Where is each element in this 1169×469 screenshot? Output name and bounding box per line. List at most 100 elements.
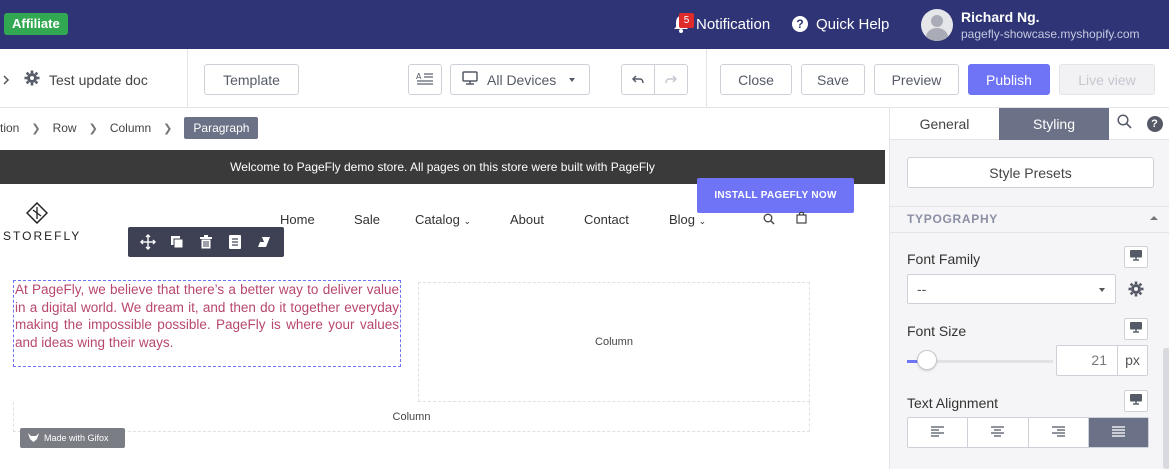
save-to-library-icon[interactable] (226, 233, 244, 251)
storefly-logo-text: STOREFLY (3, 229, 82, 243)
document-title-text: Test update doc (49, 71, 148, 88)
chevron-right-icon: ❯ (88, 122, 98, 135)
font-family-device-button[interactable] (1124, 246, 1148, 268)
editor-canvas[interactable]: Welcome to PageFly demo store. All pages… (0, 150, 885, 469)
save-button[interactable]: Save (801, 64, 865, 95)
font-size-device-button[interactable] (1124, 318, 1148, 340)
monitor-icon (462, 71, 478, 88)
caret-down-icon (1099, 288, 1105, 292)
tab-styling[interactable]: Styling (999, 108, 1109, 140)
trash-icon[interactable] (197, 233, 215, 251)
style-presets-button[interactable]: Style Presets (907, 157, 1154, 188)
user-menu[interactable]: Richard Ng. pagefly-showcase.myshopify.c… (921, 7, 1140, 43)
column-box[interactable]: Column (418, 282, 810, 402)
undo-button[interactable] (621, 64, 655, 95)
search-icon (1116, 113, 1132, 134)
align-justify-icon (1111, 424, 1125, 442)
close-button[interactable]: Close (720, 64, 792, 95)
chevron-down-icon: ⌄ (698, 216, 707, 226)
align-right-button[interactable] (1029, 418, 1089, 447)
breadcrumb-item-row[interactable]: Row (53, 121, 77, 135)
question-icon: ? (1146, 115, 1163, 132)
column-box[interactable]: Column (13, 402, 810, 432)
redo-icon (665, 72, 678, 88)
font-family-value: -- (917, 281, 927, 297)
nav-home[interactable]: Home (280, 212, 315, 227)
panel-search-button[interactable] (1109, 108, 1139, 140)
svg-text:A: A (416, 72, 422, 81)
notification-label: Notification (696, 15, 771, 33)
gear-icon[interactable] (24, 70, 40, 89)
caret-down-icon (569, 78, 575, 82)
nav-sale[interactable]: Sale (354, 212, 380, 227)
typography-title: TYPOGRAPHY (907, 212, 999, 226)
undo-icon (631, 72, 644, 88)
align-justify-button[interactable] (1088, 418, 1148, 447)
chevron-right-icon: ❯ (31, 122, 41, 135)
quick-help-label: Quick Help (816, 15, 890, 33)
bell-icon: 5 (672, 13, 694, 34)
align-left-icon (931, 424, 945, 442)
font-size-slider-handle[interactable] (917, 350, 937, 370)
avatar (921, 9, 953, 41)
font-size-input[interactable]: 21 (1056, 345, 1118, 376)
text-outline-icon: A (416, 71, 434, 88)
nav-about[interactable]: About (510, 212, 544, 227)
nav-contact[interactable]: Contact (584, 212, 629, 227)
column-label: Column (595, 336, 633, 348)
gifox-watermark: Made with Gifox (20, 428, 125, 448)
breadcrumb-item-column[interactable]: Column (110, 121, 151, 135)
duplicate-icon[interactable] (168, 233, 186, 251)
breadcrumb-item-paragraph[interactable]: Paragraph (184, 117, 259, 139)
quick-help-button[interactable]: ? Quick Help (792, 9, 889, 39)
question-icon: ? (792, 16, 808, 32)
align-center-icon (991, 424, 1005, 442)
search-icon[interactable] (763, 212, 775, 230)
eraser-icon[interactable] (255, 233, 273, 251)
nav-blog[interactable]: Blog ⌄ (669, 212, 706, 227)
affiliate-badge[interactable]: Affiliate (4, 13, 68, 35)
redo-button[interactable] (654, 64, 688, 95)
outline-toggle-button[interactable]: A (408, 64, 442, 95)
device-select-label: All Devices (487, 71, 557, 88)
user-name: Richard Ng. (961, 8, 1040, 25)
panel-help-button[interactable]: ? (1139, 108, 1169, 140)
fox-icon (28, 432, 39, 444)
styling-panel: General Styling ? Style Presets TYPOGRAP… (889, 108, 1169, 469)
font-size-unit[interactable]: px (1117, 345, 1148, 376)
text-alignment-device-button[interactable] (1124, 390, 1148, 412)
monitor-icon (1129, 392, 1143, 410)
publish-button[interactable]: Publish (968, 64, 1050, 95)
storefly-logo-icon (25, 201, 49, 225)
device-select[interactable]: All Devices (450, 64, 590, 95)
template-button[interactable]: Template (204, 64, 299, 95)
move-icon[interactable] (139, 233, 157, 251)
font-size-label: Font Size (907, 323, 967, 339)
live-view-button[interactable]: Live view (1059, 64, 1155, 95)
monitor-icon (1129, 248, 1143, 266)
align-left-button[interactable] (908, 418, 969, 447)
typography-section-header[interactable]: TYPOGRAPHY (890, 206, 1169, 233)
paragraph-element[interactable]: At PageFly, we believe that there’s a be… (13, 280, 401, 367)
caret-up-icon (1150, 216, 1158, 220)
user-shop: pagefly-showcase.myshopify.com (961, 26, 1140, 41)
chevron-right-icon[interactable] (2, 72, 10, 88)
document-title[interactable]: Test update doc (0, 64, 148, 95)
align-center-button[interactable] (968, 418, 1029, 447)
preview-button[interactable]: Preview (874, 64, 959, 95)
bag-icon[interactable] (796, 211, 807, 229)
font-family-select[interactable]: -- (907, 274, 1116, 304)
nav-catalog[interactable]: Catalog ⌄ (415, 212, 471, 227)
gear-icon[interactable] (1121, 274, 1151, 304)
chevron-right-icon: ❯ (163, 122, 173, 135)
align-right-icon (1051, 424, 1065, 442)
chevron-down-icon: ⌄ (463, 216, 471, 226)
notification-button[interactable]: 5 Notification (672, 9, 770, 39)
breadcrumb-item-section[interactable]: tion (0, 121, 19, 135)
tab-general[interactable]: General (890, 108, 999, 140)
column-label: Column (392, 410, 431, 423)
install-pagefly-button[interactable]: INSTALL PAGEFLY NOW (697, 178, 854, 213)
panel-scrollbar[interactable] (1163, 348, 1169, 469)
text-alignment-label: Text Alignment (907, 395, 999, 411)
font-family-label: Font Family (907, 251, 981, 267)
